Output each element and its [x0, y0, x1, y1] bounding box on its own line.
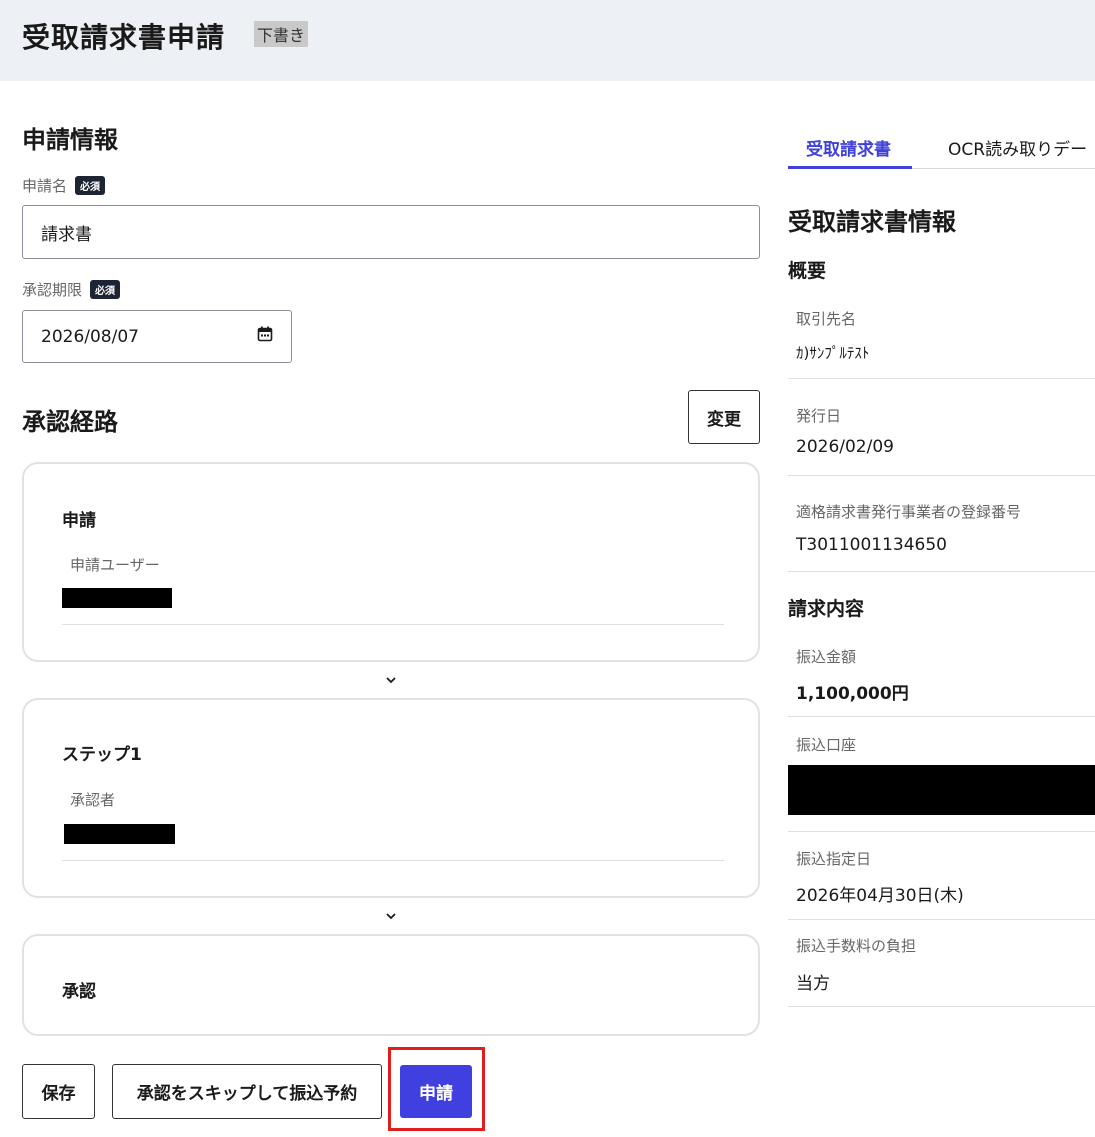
- application-name-label-text: 申請名: [22, 177, 68, 195]
- highlight-box: [388, 1047, 485, 1131]
- issue-date-label: 発行日: [796, 407, 842, 425]
- divider: [788, 475, 1095, 476]
- vendor-name-value: ｶ)ｻﾝﾌﾟﾙﾃｽﾄ: [796, 344, 870, 362]
- divider: [62, 860, 724, 861]
- panel-title: 受取請求書情報: [788, 208, 956, 236]
- divider: [788, 831, 1095, 832]
- deadline-date-value: 2026/08/07: [41, 326, 139, 347]
- page-header: 受取請求書申請 下書き: [0, 0, 1095, 81]
- transfer-date-value: 2026年04月30日(木): [796, 886, 964, 906]
- page-title: 受取請求書申請: [22, 21, 226, 54]
- deadline-date-input[interactable]: 2026/08/07: [22, 310, 292, 363]
- registration-number-value: T3011001134650: [796, 535, 947, 555]
- step-title: 承認: [62, 982, 96, 1002]
- divider: [788, 919, 1095, 920]
- application-name-label: 申請名 必須: [22, 175, 106, 196]
- chevron-down-icon: [386, 913, 396, 920]
- step-title: ステップ1: [62, 745, 142, 765]
- route-step-card: 承認: [22, 934, 760, 1036]
- route-step-card: 申請 申請ユーザー: [22, 462, 760, 662]
- step-sublabel: 申請ユーザー: [70, 556, 160, 574]
- route-step-card: ステップ1 承認者: [22, 698, 760, 898]
- divider: [788, 571, 1095, 572]
- step-title: 申請: [62, 511, 96, 531]
- redacted-account: [788, 765, 1095, 815]
- transfer-amount-label: 振込金額: [796, 648, 857, 666]
- vendor-name-label: 取引先名: [796, 310, 857, 328]
- transfer-date-label: 振込指定日: [796, 850, 872, 868]
- required-badge: 必須: [90, 280, 121, 299]
- divider: [788, 378, 1095, 379]
- save-button[interactable]: 保存: [22, 1064, 95, 1119]
- deadline-label: 承認期限 必須: [22, 279, 121, 300]
- skip-approval-button[interactable]: 承認をスキップして振込予約: [112, 1064, 382, 1119]
- calendar-icon[interactable]: [257, 326, 273, 347]
- transfer-account-label: 振込口座: [796, 736, 857, 754]
- registration-number-label: 適格請求書発行事業者の登録番号: [796, 503, 1022, 521]
- fee-bearer-value: 当方: [796, 974, 830, 994]
- tab-ocr-data[interactable]: OCR読み取りデー: [948, 135, 1087, 160]
- application-info-heading: 申請情報: [22, 126, 118, 154]
- step-sublabel: 承認者: [70, 791, 116, 809]
- tab-invoice[interactable]: 受取請求書: [806, 135, 891, 160]
- required-badge: 必須: [75, 176, 106, 195]
- overview-heading: 概要: [788, 260, 827, 282]
- redacted-approver: [64, 824, 175, 844]
- redacted-user: [62, 588, 172, 608]
- billing-heading: 請求内容: [788, 598, 865, 620]
- status-badge: 下書き: [254, 21, 309, 47]
- divider: [788, 716, 1095, 717]
- divider: [788, 1006, 1095, 1007]
- application-name-input[interactable]: [22, 205, 760, 259]
- transfer-amount-value: 1,100,000円: [796, 684, 909, 704]
- change-route-button[interactable]: 変更: [688, 390, 760, 444]
- divider: [62, 624, 724, 625]
- issue-date-value: 2026/02/09: [796, 437, 894, 457]
- fee-bearer-label: 振込手数料の負担: [796, 937, 917, 955]
- chevron-down-icon: [386, 677, 396, 684]
- active-tab-indicator: [788, 166, 912, 169]
- deadline-label-text: 承認期限: [22, 281, 83, 299]
- approval-route-heading: 承認経路: [22, 408, 118, 436]
